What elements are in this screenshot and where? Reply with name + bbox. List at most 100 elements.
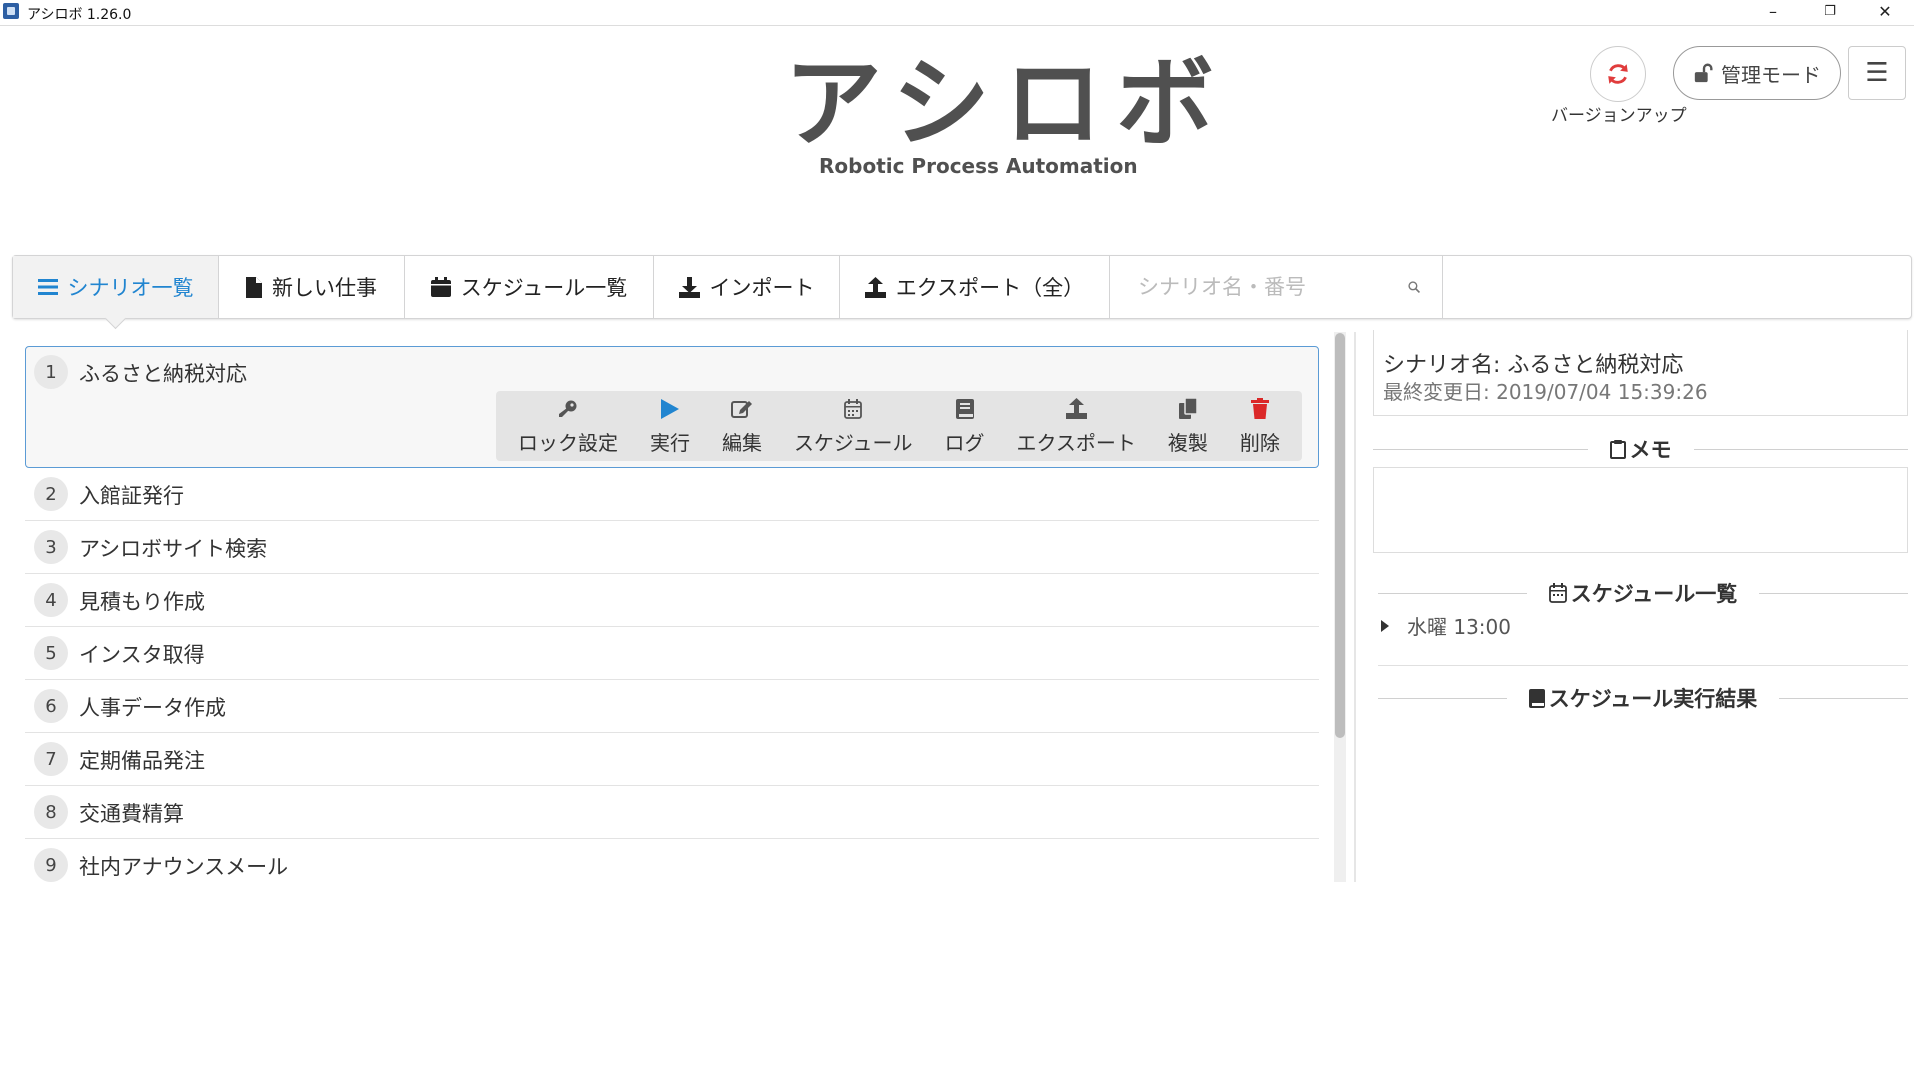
memo-field[interactable]	[1373, 467, 1908, 553]
memo-divider: メモ	[1373, 434, 1908, 464]
scenario-row[interactable]: 9 社内アナウンスメール	[25, 839, 1319, 891]
nav-scenario-list[interactable]: シナリオ一覧	[13, 256, 219, 318]
scenario-number: 1	[34, 355, 68, 389]
nav-export-all-label: エクスポート（全）	[895, 276, 1085, 300]
scenario-row[interactable]: 4 見積もり作成	[25, 574, 1319, 627]
last-modified: 最終変更日: 2019/07/04 15:39:26	[1383, 380, 1708, 404]
app-icon	[3, 3, 19, 19]
schedule-separator	[1378, 665, 1908, 666]
scenario-row[interactable]: 2 入館証発行	[25, 468, 1319, 521]
file-icon	[246, 276, 262, 298]
scenario-row[interactable]: 7 定期備品発注	[25, 733, 1319, 786]
scenario-list: 1 ふるさと納税対応 ロック設定 実行 編集 スケジュール ログ エクスポート …	[25, 346, 1319, 891]
scenario-row[interactable]: 6 人事データ作成	[25, 680, 1319, 733]
scenario-title[interactable]: 交通費精算	[79, 798, 184, 828]
scenario-number: 8	[34, 795, 68, 829]
nav-scenario-list-label: シナリオ一覧	[67, 276, 194, 300]
close-button[interactable]: ✕	[1856, 0, 1914, 22]
schedule-label: スケジュール	[793, 430, 913, 455]
scenario-row[interactable]: 8 交通費精算	[25, 786, 1319, 839]
nav-export-all[interactable]: エクスポート（全）	[840, 256, 1110, 318]
nav-import[interactable]: インポート	[654, 256, 840, 318]
run-label: 実行	[649, 430, 690, 455]
list-icon	[37, 279, 58, 295]
unlock-icon	[1694, 63, 1713, 83]
nav-schedule-list[interactable]: スケジュール一覧	[405, 256, 654, 318]
admin-mode-label: 管理モード	[1721, 62, 1821, 87]
nav-new-job-label: 新しい仕事	[272, 276, 377, 300]
search-icon[interactable]	[1408, 276, 1420, 298]
calendar-icon	[1548, 583, 1567, 603]
scenario-number: 2	[34, 477, 68, 511]
scenario-title[interactable]: 見積もり作成	[79, 586, 205, 616]
lock-settings-button[interactable]: ロック設定	[518, 397, 618, 456]
scenario-title[interactable]: 入館証発行	[79, 480, 184, 510]
schedule-header: スケジュール一覧	[1570, 582, 1738, 606]
scenario-row[interactable]: 3 アシロボサイト検索	[25, 521, 1319, 574]
calendar-icon	[430, 277, 451, 297]
logo-title: アシロボ	[784, 47, 1229, 161]
scenario-title[interactable]: アシロボサイト検索	[79, 533, 267, 563]
log-button[interactable]: ログ	[945, 397, 985, 456]
delete-button[interactable]: 削除	[1240, 397, 1280, 456]
nav-schedule-list-label: スケジュール一覧	[460, 276, 628, 300]
search-input[interactable]	[1136, 274, 1408, 300]
delete-label: 削除	[1239, 430, 1280, 455]
version-up-label: バージョンアップ	[1551, 106, 1687, 126]
run-button[interactable]: 実行	[650, 397, 690, 456]
panel-divider	[1354, 332, 1356, 882]
scenario-name: シナリオ名: ふるさと納税対応	[1383, 353, 1684, 378]
scenario-row-selected[interactable]: 1 ふるさと納税対応 ロック設定 実行 編集 スケジュール ログ エクスポート …	[25, 346, 1319, 468]
scenario-title[interactable]: 定期備品発注	[79, 745, 205, 775]
calendar-icon	[844, 397, 863, 421]
schedule-item[interactable]: 水曜 13:00	[1381, 611, 1511, 640]
lock-settings-label: ロック設定	[517, 430, 618, 455]
scenario-title[interactable]: 社内アナウンスメール	[79, 851, 288, 881]
search-box	[1110, 256, 1443, 318]
export-button[interactable]: エクスポート	[1017, 397, 1136, 456]
scrollbar-thumb[interactable]	[1335, 333, 1345, 738]
scenario-action-bar: ロック設定 実行 編集 スケジュール ログ エクスポート 複製 削除	[496, 391, 1302, 461]
book-icon	[955, 397, 974, 421]
upload-icon	[1065, 397, 1087, 421]
duplicate-button[interactable]: 複製	[1168, 397, 1208, 456]
schedule-button[interactable]: スケジュール	[794, 397, 913, 456]
duplicate-label: 複製	[1167, 430, 1208, 455]
hamburger-menu-button[interactable]: ☰	[1848, 46, 1906, 100]
nav-new-job[interactable]: 新しい仕事	[219, 256, 405, 318]
schedule-divider: スケジュール一覧	[1378, 578, 1908, 608]
play-icon	[660, 397, 679, 421]
scenario-title[interactable]: ふるさと納税対応	[79, 358, 247, 388]
upload-icon	[864, 276, 886, 298]
admin-mode-button[interactable]: 管理モード	[1673, 46, 1841, 100]
edit-icon	[730, 397, 753, 421]
caret-right-icon[interactable]	[1381, 619, 1389, 632]
schedule-item-label: 水曜 13:00	[1407, 615, 1511, 639]
edit-button[interactable]: 編集	[722, 397, 762, 456]
edit-label: 編集	[721, 430, 762, 455]
scenario-info-box: シナリオ名: ふるさと納税対応 最終変更日: 2019/07/04 15:39:…	[1373, 330, 1908, 416]
version-up-button[interactable]	[1590, 46, 1646, 102]
result-divider: スケジュール実行結果	[1378, 683, 1908, 713]
scenario-number: 3	[34, 530, 68, 564]
minimize-button[interactable]: –	[1744, 0, 1802, 22]
restore-button[interactable]: ❐	[1801, 0, 1859, 22]
log-label: ログ	[944, 430, 985, 455]
copy-icon	[1178, 397, 1197, 421]
key-icon	[558, 397, 578, 421]
scenario-number: 6	[34, 689, 68, 723]
scenario-number: 4	[34, 583, 68, 617]
scenario-title[interactable]: インスタ取得	[79, 639, 205, 669]
title-bar: アシロボ 1.26.0 – ❐ ✕	[0, 0, 1914, 26]
scenario-number: 7	[34, 742, 68, 776]
clipboard-icon	[1609, 440, 1626, 459]
scenario-row[interactable]: 5 インスタ取得	[25, 627, 1319, 680]
window-title: アシロボ 1.26.0	[27, 7, 132, 23]
scenario-title[interactable]: 人事データ作成	[79, 692, 226, 722]
book-icon	[1528, 688, 1545, 708]
export-label: エクスポート	[1016, 430, 1136, 455]
menu-icon: ☰	[1865, 58, 1889, 88]
download-icon	[678, 276, 700, 298]
memo-header: メモ	[1629, 438, 1672, 462]
result-header: スケジュール実行結果	[1548, 687, 1758, 711]
